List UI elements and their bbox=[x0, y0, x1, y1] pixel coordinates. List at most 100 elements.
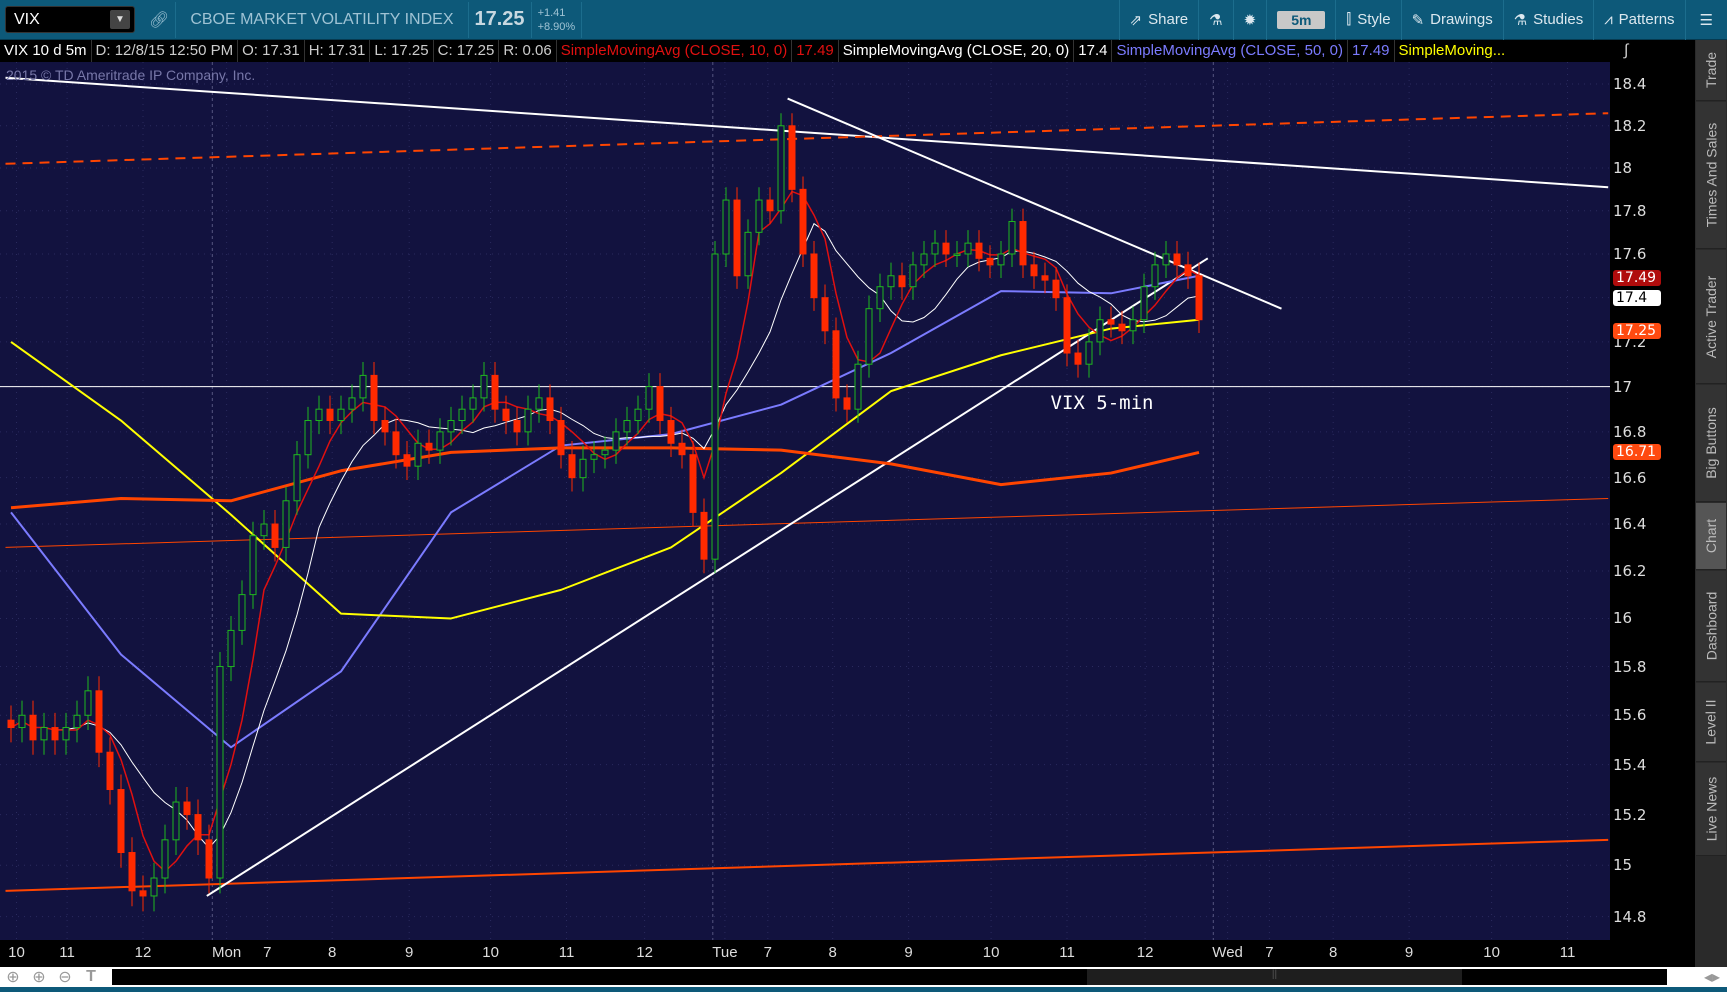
candle-body bbox=[766, 199, 774, 212]
candle-body bbox=[568, 454, 576, 479]
candle-body bbox=[359, 374, 367, 399]
chart-scrollbar[interactable]: || bbox=[112, 969, 1667, 985]
time-tick-label: 10 bbox=[1483, 944, 1500, 961]
chart-annotation: VIX 5-min bbox=[1051, 392, 1154, 414]
tab-trade[interactable]: Trade bbox=[1696, 40, 1726, 101]
candle-body bbox=[1173, 253, 1181, 266]
candle-body bbox=[502, 408, 510, 422]
time-tick-label: 10 bbox=[482, 944, 499, 961]
candle-body bbox=[601, 449, 609, 456]
candle-body bbox=[1052, 279, 1060, 299]
candle-body bbox=[1008, 221, 1016, 255]
time-tick-label: 12 bbox=[134, 944, 152, 961]
menu-button[interactable]: ☰ bbox=[1684, 0, 1727, 40]
tab-active-trader[interactable]: Active Trader bbox=[1696, 250, 1726, 384]
sma-line-sma-50 bbox=[10, 274, 1200, 749]
copyright-text: 2015 © TD Ameritrade IP Company, Inc. bbox=[6, 67, 256, 83]
candle-body bbox=[491, 374, 499, 410]
time-axis[interactable]: 10 11 12 Mon 7 8 9 10 11 12 Tue 7 8 9 10 11 12 Wed 7 8 9 10 11 bbox=[0, 940, 1610, 967]
expand-icon[interactable]: ◂▸ bbox=[1699, 967, 1725, 987]
time-tick-label: 12 bbox=[636, 944, 653, 961]
candle-body bbox=[898, 275, 906, 288]
candle-body bbox=[62, 727, 70, 741]
tab-big-buttons[interactable]: Big Buttons bbox=[1696, 385, 1726, 502]
zoom-out-icon[interactable]: ⊖ bbox=[52, 967, 78, 987]
candle-body bbox=[315, 408, 323, 422]
candle-body bbox=[1184, 264, 1192, 277]
candle-body bbox=[711, 253, 719, 560]
zoom-in-icon[interactable]: ⊕ bbox=[26, 967, 52, 987]
sma-10-line bbox=[10, 190, 1200, 873]
channel-bottom bbox=[5, 838, 1609, 892]
candle-body bbox=[7, 719, 15, 729]
candle-body bbox=[678, 442, 686, 456]
tab-times-and-sales[interactable]: Times And Sales bbox=[1696, 102, 1726, 249]
time-tick-label: Tue bbox=[712, 944, 738, 961]
candle-body bbox=[271, 523, 279, 548]
tab-level-ii[interactable]: Level II bbox=[1696, 683, 1726, 762]
candle-body bbox=[1118, 323, 1126, 332]
candle-body bbox=[106, 751, 114, 791]
candle-body bbox=[1074, 352, 1082, 365]
candle-body bbox=[40, 727, 48, 741]
tab-live-news[interactable]: Live News bbox=[1696, 763, 1726, 856]
tab-dashboard[interactable]: Dashboard bbox=[1696, 571, 1726, 682]
candle-body bbox=[381, 420, 389, 433]
sma-20-line bbox=[10, 222, 1200, 849]
price-chart[interactable]: VIX 5-min bbox=[0, 62, 1610, 940]
candle-body bbox=[1195, 275, 1203, 321]
candle-body bbox=[920, 253, 928, 266]
tab-chart[interactable]: Chart bbox=[1696, 503, 1726, 570]
candle-body bbox=[755, 199, 763, 233]
channel-top bbox=[5, 112, 1609, 165]
time-tick-label: 9 bbox=[405, 944, 414, 961]
channel-mid bbox=[5, 497, 1609, 548]
candle-body bbox=[986, 257, 994, 266]
candle-body bbox=[414, 442, 422, 467]
time-tick-label: 8 bbox=[328, 944, 337, 961]
candle-body bbox=[689, 454, 697, 513]
tab-label: Times And Sales bbox=[1703, 122, 1719, 228]
time-tick-label: 8 bbox=[1329, 944, 1338, 961]
candle-body bbox=[150, 877, 158, 897]
time-tick-label: 7 bbox=[1265, 944, 1274, 961]
list-icon: ☰ bbox=[1699, 11, 1713, 29]
candle-body bbox=[656, 386, 664, 422]
candle-body bbox=[370, 374, 378, 422]
pan-icon[interactable]: ⊕ bbox=[0, 967, 26, 987]
candle-body bbox=[997, 253, 1005, 266]
candle-body bbox=[1107, 319, 1115, 325]
time-tick-label: 10 bbox=[8, 944, 25, 961]
candle-body bbox=[887, 275, 895, 288]
time-tick-label: 10 bbox=[982, 944, 1000, 961]
time-tick-label: 7 bbox=[263, 944, 272, 961]
price-tick-label: 16.4 bbox=[1613, 515, 1647, 534]
price-tick-label: 14.8 bbox=[1613, 907, 1647, 926]
candle-body bbox=[183, 801, 191, 816]
candle-body bbox=[623, 420, 631, 433]
candle-body bbox=[1019, 221, 1027, 266]
price-tick-label: 18 bbox=[1613, 159, 1633, 178]
candle-body bbox=[810, 253, 818, 299]
scale-icon[interactable]: ∫ bbox=[1624, 42, 1628, 60]
tab-label: Dashboard bbox=[1703, 591, 1719, 661]
candle-body bbox=[260, 523, 268, 537]
text-tool-icon[interactable]: T bbox=[78, 968, 104, 986]
patterns-label: Patterns bbox=[1618, 11, 1675, 28]
candle-body bbox=[1041, 275, 1049, 281]
time-tick-label: 7 bbox=[763, 944, 772, 961]
candle-body bbox=[1030, 264, 1038, 277]
candle-body bbox=[1063, 297, 1071, 354]
candle-body bbox=[546, 397, 554, 422]
candle-body bbox=[117, 789, 125, 854]
candle-body bbox=[95, 690, 103, 753]
candle-body bbox=[1129, 319, 1137, 332]
candle-body bbox=[469, 397, 477, 410]
scrollbar-thumb[interactable]: || bbox=[1087, 969, 1462, 985]
price-axis[interactable]: ∫ 18.418.21817.817.617.417.21716.816.616… bbox=[1610, 40, 1695, 967]
time-tick-label: 9 bbox=[904, 944, 913, 961]
candle-body bbox=[667, 420, 675, 444]
candle-body bbox=[29, 714, 37, 741]
time-tick-label: 9 bbox=[1404, 944, 1414, 961]
tab-label: Chart bbox=[1703, 518, 1720, 554]
